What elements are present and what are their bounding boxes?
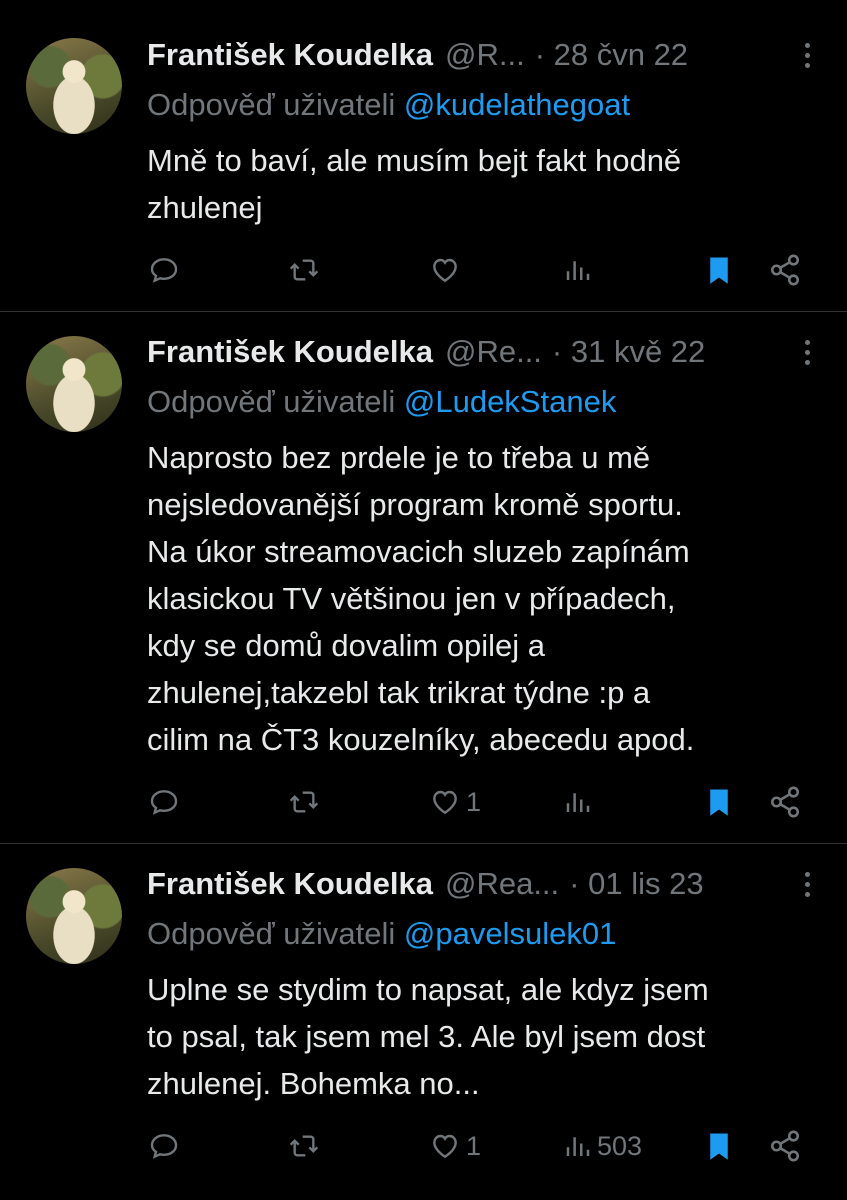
views-icon (566, 261, 590, 280)
views-button[interactable]: 503 (563, 1124, 642, 1168)
tweet-date[interactable]: · 01 lis 23 (569, 866, 703, 902)
reply-context: Odpověď uživateli @pavelsulek01 (147, 916, 616, 952)
retweet-button[interactable] (287, 780, 321, 824)
tweet-date[interactable]: · 28 čvn 22 (535, 37, 688, 73)
bookmark-button[interactable] (704, 1124, 734, 1168)
tweet[interactable]: František Koudelka @Re... · 31 kvě 22 Od… (0, 312, 847, 844)
share-icon (770, 1130, 800, 1162)
action-bar: 1 (0, 780, 847, 824)
retweet-button[interactable] (287, 1124, 321, 1168)
tweet-header: František Koudelka @Re... · 31 kvě 22 (147, 330, 817, 374)
retweet-icon (289, 259, 319, 281)
like-button[interactable]: 1 (428, 780, 481, 824)
tweet[interactable]: František Koudelka @Rea... · 01 lis 23 O… (0, 844, 847, 1200)
avatar[interactable] (26, 336, 122, 432)
views-icon (566, 1137, 590, 1156)
author-handle[interactable]: @R... (445, 37, 525, 73)
retweet-icon (289, 1135, 319, 1157)
bookmark-icon (710, 789, 728, 816)
bookmark-icon (710, 257, 728, 284)
share-button[interactable] (768, 1124, 802, 1168)
tweet-header: František Koudelka @R... · 28 čvn 22 (147, 33, 817, 77)
avatar[interactable] (26, 38, 122, 134)
tweet-text: Mně to baví, ale musím bejt fakt hodně z… (147, 143, 682, 225)
author-name[interactable]: František Koudelka (147, 866, 433, 902)
more-icon[interactable] (797, 862, 817, 906)
views-button[interactable] (563, 248, 597, 292)
author-handle[interactable]: @Rea... (445, 866, 559, 902)
author-name[interactable]: František Koudelka (147, 334, 433, 370)
reply-button[interactable] (148, 780, 180, 824)
share-button[interactable] (768, 780, 802, 824)
share-icon (770, 786, 800, 818)
reply-context: Odpověď uživateli @kudelathegoat (147, 87, 630, 123)
tweet-header: František Koudelka @Rea... · 01 lis 23 (147, 862, 817, 906)
author-name[interactable]: František Koudelka (147, 37, 433, 73)
like-button[interactable] (428, 248, 466, 292)
bookmark-button[interactable] (704, 780, 734, 824)
like-count: 1 (466, 786, 482, 817)
more-icon[interactable] (797, 33, 817, 77)
reply-icon (150, 258, 178, 283)
reply-button[interactable] (148, 248, 180, 292)
reply-prefix: Odpověď uživateli (147, 916, 396, 951)
tweet-text: Uplne se stydim to napsat, ale kdyz jsem… (147, 972, 709, 1101)
reply-mention[interactable]: @LudekStanek (404, 384, 616, 419)
views-button[interactable] (563, 780, 597, 824)
reply-icon (150, 790, 178, 815)
heart-icon (433, 258, 457, 283)
avatar[interactable] (26, 868, 122, 964)
reply-mention[interactable]: @kudelathegoat (404, 87, 630, 122)
like-count: 1 (466, 1130, 482, 1161)
author-handle[interactable]: @Re... (445, 334, 542, 370)
share-button[interactable] (768, 248, 802, 292)
reply-prefix: Odpověď uživateli (147, 384, 396, 419)
action-bar: 1 503 (0, 1124, 847, 1168)
tweet-date[interactable]: · 31 kvě 22 (552, 334, 705, 370)
bookmark-icon (710, 1133, 728, 1160)
heart-icon (433, 790, 457, 815)
more-icon[interactable] (797, 330, 817, 374)
tweet[interactable]: František Koudelka @R... · 28 čvn 22 Odp… (0, 0, 847, 312)
heart-icon (433, 1134, 457, 1159)
reply-mention[interactable]: @pavelsulek01 (404, 916, 616, 951)
views-icon (566, 793, 590, 812)
reply-context: Odpověď uživateli @LudekStanek (147, 384, 616, 420)
view-count: 503 (597, 1130, 643, 1161)
reply-icon (150, 1134, 178, 1159)
tweet-text: Naprosto bez prdele je to třeba u mě nej… (147, 440, 695, 757)
like-button[interactable]: 1 (428, 1124, 481, 1168)
action-bar (0, 248, 847, 292)
reply-button[interactable] (148, 1124, 180, 1168)
reply-prefix: Odpověď uživateli (147, 87, 396, 122)
share-icon (770, 254, 800, 286)
bookmark-button[interactable] (704, 248, 734, 292)
retweet-icon (289, 791, 319, 813)
retweet-button[interactable] (287, 248, 321, 292)
